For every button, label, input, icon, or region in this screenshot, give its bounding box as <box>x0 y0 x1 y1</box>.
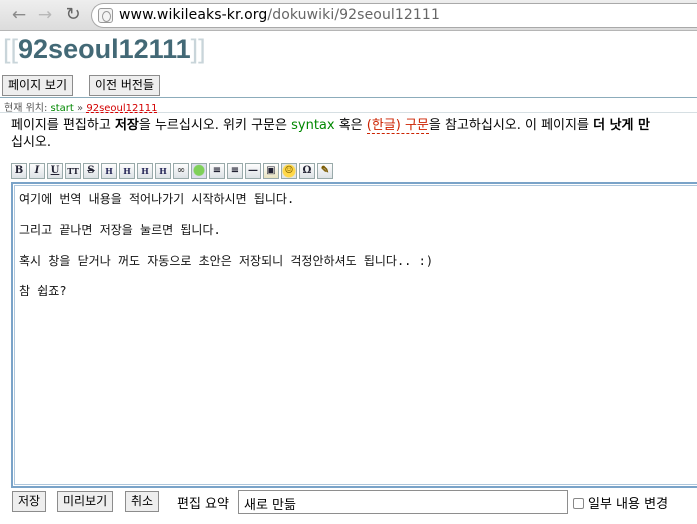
browser-toolbar: ← → ↻ www.wikileaks-kr.org/dokuwiki/92se… <box>0 0 697 31</box>
heading-menu-icon[interactable]: H <box>155 163 171 179</box>
checkbox-icon[interactable] <box>573 498 584 509</box>
heading-same-level-icon[interactable]: H <box>101 163 117 179</box>
url-text: www.wikileaks-kr.org/dokuwiki/92seoul121… <box>119 7 440 23</box>
breadcrumb-current-link[interactable]: 92seoul12111 <box>86 103 157 114</box>
forward-arrow-icon[interactable]: → <box>34 4 56 26</box>
preview-button[interactable]: 미리보기 <box>57 491 114 512</box>
show-page-button[interactable]: 페이지 보기 <box>2 75 74 96</box>
strikethrough-icon[interactable]: S <box>83 163 99 179</box>
korean-syntax-link[interactable]: (한글) 구문 <box>366 118 429 134</box>
page-icon <box>98 8 113 23</box>
editor-line: 여기에 번역 내용을 적어나가기 시작하시면 됩니다. <box>19 192 295 206</box>
unordered-list-icon[interactable]: ≡ <box>227 163 243 179</box>
horizontal-rule-icon[interactable]: — <box>245 163 261 179</box>
cancel-button[interactable]: 취소 <box>125 491 160 512</box>
editor-line: 그리고 끝나면 저장을 눌르면 됩니다. <box>19 223 221 237</box>
old-revisions-button[interactable]: 이전 버전들 <box>89 75 161 96</box>
heading-higher-level-icon[interactable]: H <box>137 163 153 179</box>
save-button[interactable]: 저장 <box>12 491 47 512</box>
signature-icon[interactable]: ✎ <box>317 163 333 179</box>
wiki-text-editor[interactable]: 여기에 번역 내용을 적어나가기 시작하시면 됩니다. 그리고 끝나면 저장을 … <box>11 182 697 488</box>
breadcrumb-bar: 현재 위치: start » 92seoul12111 <box>0 97 697 114</box>
breadcrumb-start-link[interactable]: start <box>51 103 74 114</box>
external-link-icon[interactable] <box>191 163 207 179</box>
back-arrow-icon[interactable]: ← <box>8 4 30 26</box>
editor-line: 참 쉽죠? <box>19 284 67 298</box>
page-title[interactable]: [[92seoul12111]] <box>3 34 206 65</box>
minor-edit-checkbox[interactable]: 일부 내용 변경 <box>573 493 668 512</box>
bold-icon[interactable]: B <box>11 163 27 179</box>
reload-icon[interactable]: ↻ <box>62 4 84 26</box>
breadcrumb: 현재 위치: start » 92seoul12111 <box>4 103 158 114</box>
italic-icon[interactable]: I <box>29 163 45 179</box>
edit-intro: 페이지를 편집하고 저장을 누르십시오. 위키 구문은 syntax 혹은 (한… <box>11 118 650 150</box>
editor-toolbar: B I U TT S H H H H ∞ ≡ ≡ — ▣ ☺ Ω ✎ <box>11 163 335 180</box>
syntax-link[interactable]: syntax <box>291 118 334 133</box>
address-bar[interactable]: www.wikileaks-kr.org/dokuwiki/92seoul121… <box>91 3 697 28</box>
image-icon[interactable]: ▣ <box>263 163 279 179</box>
monospace-icon[interactable]: TT <box>65 163 81 179</box>
smiley-icon[interactable]: ☺ <box>281 163 297 179</box>
special-chars-icon[interactable]: Ω <box>299 163 315 179</box>
editor-line: 혹시 창을 닫거나 꺼도 자동으로 초안은 저장되니 걱정안하셔도 됩니다.. … <box>19 254 434 268</box>
internal-link-icon[interactable]: ∞ <box>173 163 189 179</box>
underline-icon[interactable]: U <box>47 163 63 179</box>
heading-lower-level-icon[interactable]: H <box>119 163 135 179</box>
summary-label: 편집 요약 <box>177 497 229 512</box>
ordered-list-icon[interactable]: ≡ <box>209 163 225 179</box>
edit-summary-input[interactable]: 새로 만듦 <box>238 490 568 514</box>
